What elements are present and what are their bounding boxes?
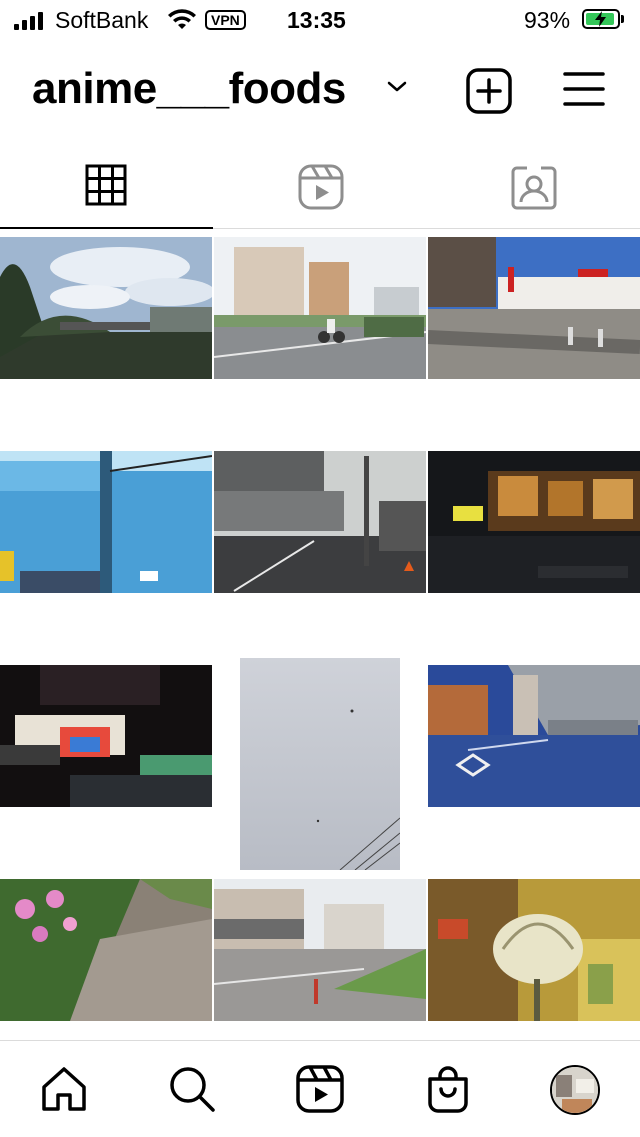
chevron-down-icon[interactable] (386, 80, 408, 99)
plus-square-icon (466, 68, 512, 114)
post-thumbnail[interactable] (428, 230, 640, 442)
reels-icon (298, 164, 344, 210)
tab-posts-grid[interactable] (0, 140, 213, 229)
search-icon (170, 1067, 215, 1112)
post-photo-dark-toys (0, 665, 212, 807)
post-photo-flowers-path (0, 879, 212, 1021)
battery-percentage: 93% (524, 7, 571, 33)
post-thumbnail[interactable] (428, 658, 640, 870)
bottom-navigation (0, 1040, 640, 1137)
nav-shop-button[interactable] (424, 1065, 472, 1118)
profile-tabs (0, 140, 640, 229)
signal-strength-icon (14, 10, 43, 30)
status-bar: SoftBank VPN 13:35 93% (0, 0, 640, 40)
status-time: 13:35 (287, 7, 346, 33)
avatar[interactable] (550, 1065, 600, 1115)
post-photo-street-cyclist (214, 237, 426, 379)
nav-reels-button[interactable] (296, 1065, 344, 1118)
post-thumbnail[interactable] (0, 658, 212, 870)
carrier-name: SoftBank (55, 7, 149, 33)
post-thumbnail[interactable] (0, 230, 212, 442)
post-photo-store-plaza (428, 237, 640, 379)
post-photo-sky-trees (0, 237, 212, 379)
wifi-icon (168, 9, 196, 36)
post-photo-night-store (428, 451, 640, 593)
hamburger-menu-icon (563, 72, 605, 106)
menu-button[interactable] (562, 70, 606, 113)
post-photo-dusk-road (214, 451, 426, 593)
post-photo-street-hedge (214, 879, 426, 1021)
tagged-person-icon (511, 166, 557, 210)
profile-header: anime___foods (0, 62, 640, 122)
create-post-button[interactable] (466, 68, 512, 119)
post-thumbnail[interactable] (0, 444, 212, 656)
username-switcher[interactable]: anime___foods (32, 64, 346, 114)
reels-icon (296, 1065, 344, 1113)
battery-icon (582, 9, 620, 29)
grid-icon (85, 164, 127, 206)
post-thumbnail[interactable] (214, 230, 426, 442)
post-photo-blue-station (0, 451, 212, 593)
shopping-bag-icon (428, 1066, 468, 1113)
post-thumbnail[interactable] (428, 444, 640, 656)
tab-reels[interactable] (213, 140, 426, 228)
post-photo-vintage-lamp (428, 879, 640, 1021)
battery-tip (621, 15, 624, 23)
tab-tagged[interactable] (426, 140, 639, 228)
nav-home-button[interactable] (40, 1065, 88, 1118)
vpn-badge: VPN (205, 10, 246, 30)
post-thumbnail[interactable] (214, 444, 426, 656)
post-photo-overcast-sky (240, 658, 400, 870)
nav-search-button[interactable] (168, 1065, 216, 1118)
profile-avatar-image (552, 1067, 598, 1113)
post-photo-evening-road (428, 665, 640, 807)
post-thumbnail[interactable] (214, 658, 426, 870)
home-icon (42, 1067, 86, 1111)
